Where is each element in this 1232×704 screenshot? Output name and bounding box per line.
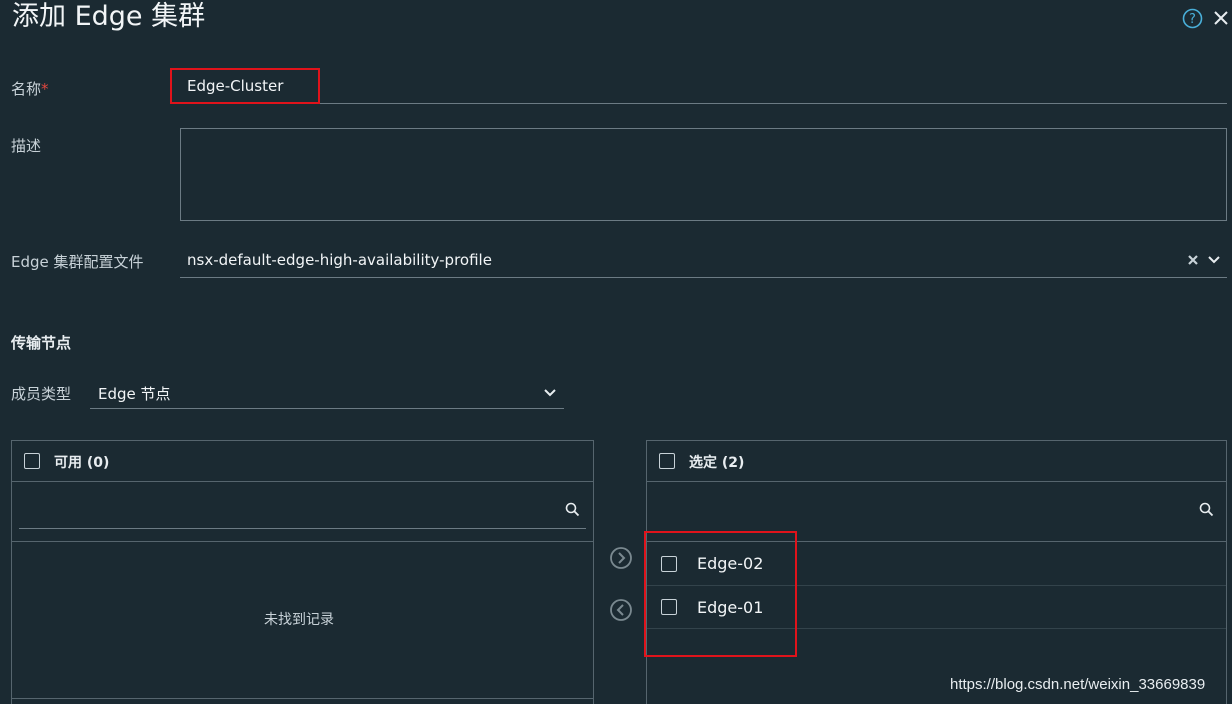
clear-icon[interactable] [1187,254,1199,266]
name-label-text: 名称 [11,80,42,98]
profile-label: Edge 集群配置文件 [11,253,144,271]
available-search-input[interactable] [19,528,586,529]
available-search-divider [11,541,594,542]
selected-header-divider [646,481,1227,482]
highlight-box-selected [644,531,797,657]
svg-text:?: ? [1189,12,1196,27]
selected-select-all-checkbox[interactable] [659,453,675,469]
help-icon[interactable]: ? [1182,8,1203,29]
dialog-title: 添加 Edge 集群 [12,1,206,32]
member-type-label: 成员类型 [11,385,72,403]
name-underline [180,103,1227,104]
empty-message: 未找到记录 [264,612,334,628]
name-label: 名称* [11,78,49,99]
member-type-select[interactable]: Edge 节点 [98,383,171,404]
available-header: 可用 (0) [54,455,110,471]
description-label: 描述 [11,137,42,155]
profile-select[interactable]: nsx-default-edge-high-availability-profi… [187,251,492,269]
highlight-box-name [170,68,320,104]
selected-header: 选定 (2) [689,455,745,471]
search-icon[interactable] [1199,502,1214,517]
chevron-down-icon[interactable] [543,387,557,399]
profile-underline [180,277,1227,278]
available-panel [11,440,594,704]
available-header-divider [11,481,594,482]
search-icon[interactable] [565,502,580,517]
section-title: 传输节点 [11,334,72,352]
move-left-icon[interactable] [609,598,633,622]
selected-search-input[interactable] [654,528,1219,529]
chevron-down-icon[interactable] [1207,254,1221,266]
available-select-all-checkbox[interactable] [24,453,40,469]
available-footer-divider [11,698,594,699]
member-type-underline [90,408,564,409]
required-mark: * [41,80,49,98]
close-icon[interactable] [1212,8,1230,28]
watermark: https://blog.csdn.net/weixin_33669839 [950,676,1206,693]
move-right-icon[interactable] [609,546,633,570]
description-textarea[interactable] [180,128,1227,221]
